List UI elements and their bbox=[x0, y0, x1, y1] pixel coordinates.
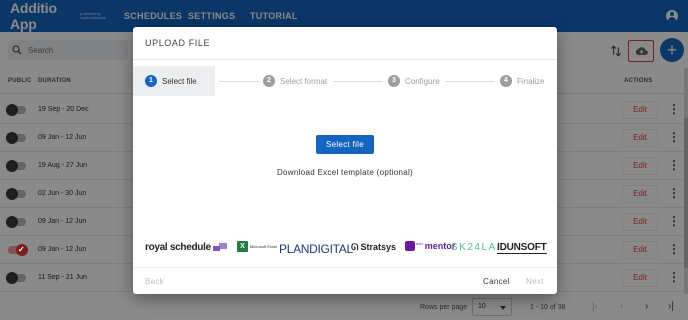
logo-idunsoft: IDUNSOFT bbox=[497, 242, 547, 254]
stratsys-mark-icon: ᘏ bbox=[351, 242, 359, 252]
step-select-format[interactable]: 2 Select format bbox=[263, 66, 327, 96]
logo-royal-schedule: royal schedule bbox=[145, 242, 211, 253]
upload-file-dialog: UPLOAD FILE 1 Select file 2 Select forma… bbox=[133, 27, 557, 294]
step-connector bbox=[333, 81, 383, 82]
check-icon: ✓ bbox=[18, 245, 25, 254]
step-configure[interactable]: 3 Configure bbox=[388, 66, 440, 96]
divider bbox=[133, 267, 557, 268]
edumentor-mark-icon bbox=[405, 241, 415, 251]
excel-icon: X bbox=[237, 241, 248, 252]
logo-stratsys: ᘏ Stratsys bbox=[351, 242, 396, 253]
cancel-button[interactable]: Cancel bbox=[483, 277, 510, 286]
select-file-button[interactable]: Select file bbox=[316, 135, 374, 154]
step-label: Configure bbox=[405, 76, 440, 86]
divider bbox=[133, 59, 557, 60]
step-connector bbox=[219, 81, 259, 82]
logo-stratsys-text: Stratsys bbox=[360, 242, 397, 252]
partner-logos: royal schedule X Microsoft Excel PLANDIG… bbox=[145, 239, 547, 259]
step-label: Select file bbox=[162, 76, 197, 86]
dialog-title: UPLOAD FILE bbox=[145, 38, 211, 48]
logo-edumentor: edu mentor bbox=[405, 241, 455, 251]
step-number: 1 bbox=[145, 75, 157, 87]
step-select-file[interactable]: 1 Select file bbox=[133, 66, 215, 96]
step-number: 4 bbox=[500, 75, 512, 87]
step-finalize[interactable]: 4 Finalize bbox=[500, 66, 545, 96]
back-button[interactable]: Back bbox=[145, 277, 164, 286]
step-label: Finalize bbox=[517, 76, 545, 86]
stepper: 1 Select file 2 Select format 3 Configur… bbox=[133, 66, 557, 96]
step-label: Select format bbox=[280, 76, 328, 86]
logo-skola24: SK24LA bbox=[451, 242, 497, 253]
step-number: 3 bbox=[388, 75, 400, 87]
logo-microsoft-excel-text: Microsoft Excel bbox=[250, 244, 278, 249]
logo-edumentor-sub: edu bbox=[416, 241, 423, 246]
step-connector bbox=[445, 81, 495, 82]
next-button[interactable]: Next bbox=[526, 277, 544, 286]
logo-plandigital: PLANDIGITAL bbox=[279, 242, 353, 256]
logo-microsoft-excel: X Microsoft Excel bbox=[237, 241, 277, 252]
royal-schedule-mark-icon bbox=[213, 243, 229, 252]
download-template-link[interactable]: Download Excel template (optional) bbox=[133, 168, 557, 177]
step-number: 2 bbox=[263, 75, 275, 87]
